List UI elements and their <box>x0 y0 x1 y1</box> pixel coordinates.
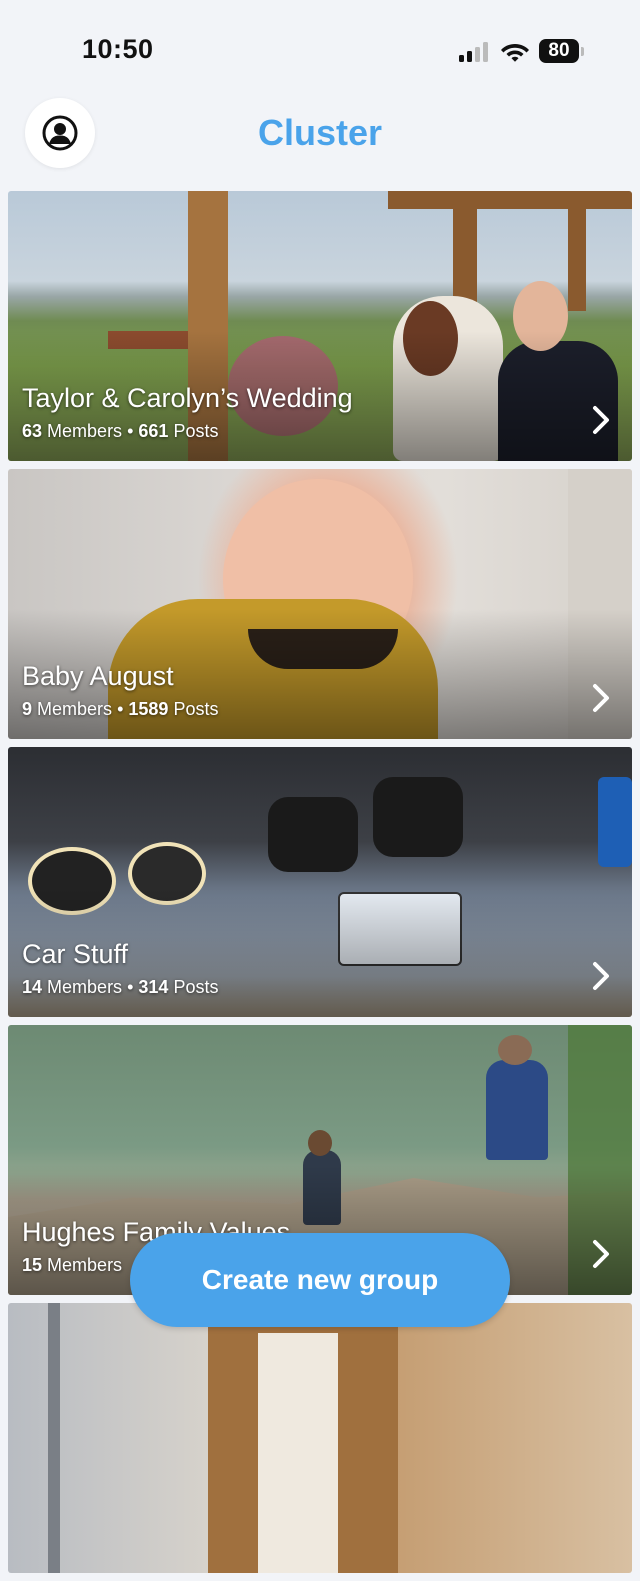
wifi-icon <box>501 44 529 62</box>
group-stats: 14 Members • 314 Posts <box>22 977 219 997</box>
signal-icon <box>459 42 488 62</box>
group-stats: 15 Members <box>22 1255 123 1275</box>
group-name: Taylor & Carolyn’s Wedding <box>22 383 353 413</box>
group-stats: 9 Members • 1589 Posts <box>22 699 219 719</box>
chevron-right-icon <box>593 684 609 712</box>
group-card-partial[interactable] <box>8 1303 632 1573</box>
status-time: 10:50 <box>82 34 154 64</box>
group-cover-image <box>8 1303 632 1573</box>
group-name: Car Stuff <box>22 939 129 969</box>
group-card-car[interactable]: Car Stuff 14 Members • 314 Posts <box>8 747 632 1017</box>
page-title: Cluster <box>257 112 383 153</box>
create-group-button[interactable]: Create new group <box>130 1233 510 1327</box>
group-card-baby[interactable]: Baby August 9 Members • 1589 Posts <box>8 469 632 739</box>
battery-level: 80 <box>539 39 579 63</box>
group-stats: 63 Members • 661 Posts <box>22 421 219 441</box>
chevron-right-icon <box>593 1240 609 1268</box>
group-card-wedding[interactable]: Taylor & Carolyn’s Wedding 63 Members • … <box>8 191 632 461</box>
status-bar: 10:50 80 <box>0 0 640 100</box>
chevron-right-icon <box>593 406 609 434</box>
chevron-right-icon <box>593 962 609 990</box>
battery-icon: 80 <box>539 39 585 65</box>
group-list: Taylor & Carolyn’s Wedding 63 Members • … <box>8 191 632 1581</box>
group-name: Baby August <box>22 661 174 691</box>
